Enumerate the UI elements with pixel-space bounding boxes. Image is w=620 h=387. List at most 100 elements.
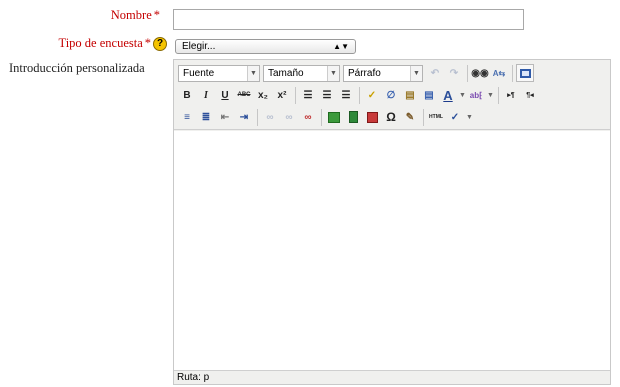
toolbar-separator xyxy=(321,108,322,126)
numbered-list-icon: ≣ xyxy=(201,111,211,123)
html-button[interactable]: HTML xyxy=(427,108,445,126)
outdent-button[interactable]: ⇤ xyxy=(216,108,234,126)
edit-button[interactable]: ✎ xyxy=(401,108,419,126)
align-right-button[interactable]: ☰ xyxy=(337,86,355,104)
editor-toolbar: Fuente ▼ Tamaño ▼ Párrafo ▼ ↶ ↷ ◉◉ A⇆ B … xyxy=(174,60,610,130)
toolbar-separator xyxy=(467,64,468,82)
template-icon xyxy=(366,111,378,123)
align-left-button[interactable]: ☰ xyxy=(299,86,317,104)
toolbar-separator xyxy=(423,108,424,126)
unlink-icon: ∞ xyxy=(285,111,293,123)
format-select-value: Párrafo xyxy=(348,67,381,79)
clipboard-word-icon: ▤ xyxy=(424,89,434,101)
indent-button[interactable]: ⇥ xyxy=(235,108,253,126)
rtl-button[interactable]: ¶◂ xyxy=(521,86,539,104)
spellcheck-icon: ✓ xyxy=(450,111,460,123)
help-icon[interactable]: ? xyxy=(153,37,167,51)
highlight-button[interactable]: ab⁅ xyxy=(467,86,485,104)
editor-status-path: Ruta: p xyxy=(174,370,610,384)
spellcheck-button[interactable]: ✓ xyxy=(446,108,464,126)
outdent-icon: ⇤ xyxy=(220,111,230,123)
indent-icon: ⇥ xyxy=(239,111,249,123)
undo-button[interactable]: ↶ xyxy=(426,64,444,82)
toolbar-separator xyxy=(359,86,360,104)
align-center-button[interactable]: ☰ xyxy=(318,86,336,104)
intro-label: Introducción personalizada xyxy=(9,61,145,75)
editor-content-area[interactable] xyxy=(174,131,610,371)
image-icon xyxy=(328,111,340,123)
font-select[interactable]: Fuente ▼ xyxy=(178,64,260,82)
nombre-label: Nombre * xyxy=(0,8,160,23)
remove-format-button[interactable]: ∅ xyxy=(382,86,400,104)
ltr-icon: ▸¶ xyxy=(507,92,515,99)
chevron-down-icon[interactable]: ▼ xyxy=(486,86,495,104)
chevron-down-icon[interactable]: ▼ xyxy=(465,108,474,126)
required-mark: * xyxy=(144,36,151,50)
html-icon: HTML xyxy=(429,114,443,120)
italic-button[interactable]: I xyxy=(197,86,215,104)
toolbar-separator xyxy=(512,64,513,82)
font-select-value: Fuente xyxy=(183,67,215,79)
nombre-input[interactable] xyxy=(173,9,524,30)
toolbar-row-3: ≡ ≣ ⇤ ⇥ ∞ ∞ ∞ Ω ✎ HTML ✓ ▼ xyxy=(178,107,474,127)
chevron-down-icon: ▼ xyxy=(247,65,259,81)
text-color-icon: A xyxy=(443,87,453,103)
italic-icon: I xyxy=(204,89,208,101)
bold-button[interactable]: B xyxy=(178,86,196,104)
align-center-icon: ☰ xyxy=(322,89,332,101)
link-icon: ∞ xyxy=(266,111,274,123)
anchor-icon: ∞ xyxy=(304,111,312,123)
media-button[interactable] xyxy=(344,108,362,126)
image-button[interactable] xyxy=(325,108,343,126)
text-color-button[interactable]: A xyxy=(439,86,457,104)
bullet-list-button[interactable]: ≡ xyxy=(178,108,196,126)
binoculars-icon: ◉◉ xyxy=(471,67,489,79)
redo-button[interactable]: ↷ xyxy=(445,64,463,82)
chevron-down-icon: ▼ xyxy=(410,65,422,81)
format-select[interactable]: Párrafo ▼ xyxy=(343,64,423,82)
nombre-label-text: Nombre xyxy=(110,8,152,22)
eraser-icon: ∅ xyxy=(386,89,396,101)
special-char-button[interactable]: Ω xyxy=(382,108,400,126)
rich-text-editor: Fuente ▼ Tamaño ▼ Párrafo ▼ ↶ ↷ ◉◉ A⇆ B … xyxy=(173,59,611,385)
tipo-select[interactable]: Elegir... ▲▼ xyxy=(175,39,356,54)
superscript-button[interactable]: x² xyxy=(273,86,291,104)
underline-button[interactable]: U xyxy=(216,86,234,104)
anchor-button[interactable]: ∞ xyxy=(299,108,317,126)
toolbar-separator xyxy=(257,108,258,126)
tipo-label-text: Tipo de encuesta xyxy=(58,36,143,50)
pencil-icon: ✎ xyxy=(405,111,415,123)
size-select[interactable]: Tamaño ▼ xyxy=(263,64,340,82)
ltr-button[interactable]: ▸¶ xyxy=(502,86,520,104)
paste-word-button[interactable]: ▤ xyxy=(420,86,438,104)
select-arrows-icon: ▲▼ xyxy=(333,42,349,51)
redo-icon: ↷ xyxy=(449,67,459,79)
broom-icon: ✓ xyxy=(367,89,377,101)
link-button[interactable]: ∞ xyxy=(261,108,279,126)
bold-icon: B xyxy=(183,89,191,101)
chevron-down-icon: ▼ xyxy=(327,65,339,81)
toolbar-separator xyxy=(498,86,499,104)
paste-text-button[interactable]: ▤ xyxy=(401,86,419,104)
replace-button[interactable]: A⇆ xyxy=(490,64,508,82)
strikethrough-button[interactable]: ABC xyxy=(235,86,253,104)
subscript-icon: x₂ xyxy=(257,89,268,101)
toolbar-row-1: Fuente ▼ Tamaño ▼ Párrafo ▼ ↶ ↷ ◉◉ A⇆ xyxy=(178,63,535,83)
rtl-icon: ¶◂ xyxy=(526,92,534,99)
strikethrough-icon: ABC xyxy=(237,92,251,98)
cleanup-button[interactable]: ✓ xyxy=(363,86,381,104)
numbered-list-button[interactable]: ≣ xyxy=(197,108,215,126)
replace-icon: A⇆ xyxy=(492,68,506,78)
fullscreen-icon xyxy=(519,68,531,78)
align-right-icon: ☰ xyxy=(341,89,351,101)
subscript-button[interactable]: x₂ xyxy=(254,86,272,104)
media-icon xyxy=(348,111,358,123)
unlink-button[interactable]: ∞ xyxy=(280,108,298,126)
align-left-icon: ☰ xyxy=(303,89,313,101)
template-button[interactable] xyxy=(363,108,381,126)
fullscreen-button[interactable] xyxy=(516,64,534,82)
chevron-down-icon[interactable]: ▼ xyxy=(458,86,467,104)
search-button[interactable]: ◉◉ xyxy=(471,64,489,82)
superscript-icon: x² xyxy=(277,89,287,101)
tipo-label: Tipo de encuesta * xyxy=(0,36,152,51)
